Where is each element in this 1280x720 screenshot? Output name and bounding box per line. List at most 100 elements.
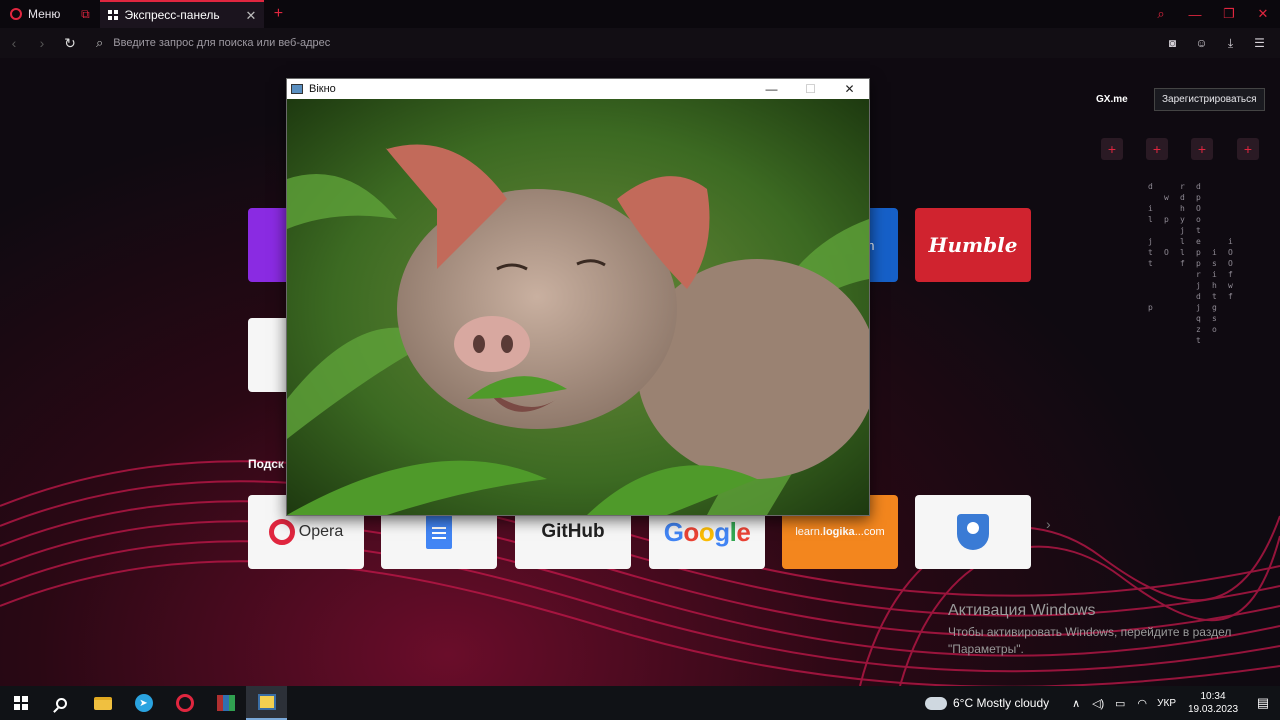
restore-button[interactable]: ❐ bbox=[1212, 0, 1246, 28]
matrix-char: w bbox=[1164, 193, 1169, 202]
matrix-char bbox=[1180, 281, 1196, 292]
close-button[interactable]: ✕ bbox=[1246, 0, 1280, 28]
matrix-char bbox=[1228, 314, 1244, 325]
matrix-char: O bbox=[1164, 248, 1169, 257]
register-button[interactable]: Зарегистрироваться bbox=[1154, 88, 1265, 111]
volume-icon[interactable]: ◁) bbox=[1087, 697, 1109, 710]
matrix-char: s bbox=[1212, 314, 1217, 323]
image-window-controls: — ☐ ✕ bbox=[752, 79, 869, 99]
forward-icon[interactable]: › bbox=[28, 35, 56, 51]
matrix-char bbox=[1164, 182, 1180, 193]
windows-activation-notice: Активация Windows Чтобы активировать Win… bbox=[948, 602, 1248, 658]
battery-icon[interactable]: ▭ bbox=[1109, 697, 1131, 710]
tray-overflow-icon[interactable]: ∧ bbox=[1065, 697, 1087, 710]
taskbar-search-button[interactable] bbox=[41, 686, 82, 720]
matrix-char bbox=[1212, 215, 1228, 226]
back-icon[interactable]: ‹ bbox=[0, 35, 28, 51]
matrix-char bbox=[1148, 193, 1164, 204]
matrix-char bbox=[1228, 336, 1244, 347]
address-tools: ◙ ☺ ⤓ ☰ bbox=[1158, 28, 1274, 58]
matrix-char bbox=[1148, 226, 1164, 237]
start-button[interactable] bbox=[0, 686, 41, 720]
minimize-button[interactable]: — bbox=[1178, 0, 1212, 28]
activation-title: Активация Windows bbox=[948, 602, 1096, 619]
speed-dial-tile-account[interactable] bbox=[915, 495, 1031, 569]
address-input[interactable] bbox=[113, 37, 814, 49]
matrix-char: d bbox=[1196, 182, 1201, 191]
matrix-char: p bbox=[1196, 193, 1201, 202]
matrix-char: t bbox=[1148, 248, 1153, 257]
notification-icon[interactable]: ▤ bbox=[1246, 695, 1280, 711]
taskbar-explorer[interactable] bbox=[82, 686, 123, 720]
matrix-char bbox=[1228, 204, 1244, 215]
python-window-icon bbox=[257, 694, 276, 710]
matrix-char: p bbox=[1164, 215, 1169, 224]
sidebar-add-button[interactable]: + bbox=[1237, 138, 1259, 160]
matrix-char bbox=[1212, 237, 1228, 248]
image-window-title: Вікно bbox=[309, 83, 336, 95]
matrix-char: i bbox=[1212, 248, 1217, 257]
next-page-arrow[interactable]: › bbox=[1046, 516, 1051, 532]
matrix-char bbox=[1164, 237, 1180, 248]
matrix-char bbox=[1180, 336, 1196, 347]
image-window[interactable]: Вікно — ☐ ✕ bbox=[286, 78, 870, 516]
matrix-char bbox=[1212, 193, 1228, 204]
sidebar-add-button[interactable]: + bbox=[1191, 138, 1213, 160]
opera-logo-icon bbox=[10, 8, 22, 20]
tab-close-icon[interactable]: ✕ bbox=[246, 8, 257, 24]
gx-control-icon[interactable]: ⧉ bbox=[70, 0, 100, 28]
matrix-char bbox=[1180, 292, 1196, 303]
taskbar-python-window[interactable] bbox=[246, 686, 287, 720]
speed-dial-tile-humble[interactable]: Humble bbox=[915, 208, 1031, 282]
camera-icon[interactable]: ◙ bbox=[1158, 28, 1187, 58]
image-window-close-button[interactable]: ✕ bbox=[830, 79, 869, 99]
matrix-char: t bbox=[1212, 292, 1217, 301]
matrix-char: O bbox=[1228, 248, 1233, 257]
tab-speed-dial[interactable]: Экспресс-панель ✕ bbox=[100, 0, 265, 28]
matrix-char: g bbox=[1212, 303, 1217, 312]
search-tabs-icon[interactable]: ⌕ bbox=[1144, 0, 1178, 28]
taskbar: ➤ 6°C Mostly cloudy ∧ ◁) ▭ ◠ УКР 10:34 1… bbox=[0, 686, 1280, 720]
settings-sliders-icon[interactable]: ☰ bbox=[1245, 28, 1274, 58]
opera-ring-icon bbox=[268, 519, 295, 545]
logika-label: learn.logika...com bbox=[795, 526, 885, 538]
taskbar-opera[interactable] bbox=[164, 686, 205, 720]
download-icon[interactable]: ⤓ bbox=[1216, 28, 1245, 58]
matrix-char bbox=[1212, 182, 1228, 193]
matrix-char: o bbox=[1212, 325, 1217, 334]
sidebar-add-button[interactable]: + bbox=[1101, 138, 1123, 160]
taskbar-winrar[interactable] bbox=[205, 686, 246, 720]
new-tab-button[interactable]: + bbox=[264, 0, 292, 28]
matrix-char: o bbox=[1196, 215, 1201, 224]
weather-text[interactable]: 6°C Mostly cloudy bbox=[953, 696, 1049, 710]
matrix-char: f bbox=[1180, 259, 1185, 268]
activation-text: Чтобы активировать Windows, перейдите в … bbox=[948, 625, 1232, 656]
wifi-icon[interactable]: ◠ bbox=[1131, 697, 1153, 710]
matrix-char: e bbox=[1196, 237, 1201, 246]
language-indicator[interactable]: УКР bbox=[1157, 698, 1176, 709]
matrix-char bbox=[1180, 303, 1196, 314]
matrix-char: r bbox=[1180, 182, 1185, 191]
matrix-char: s bbox=[1212, 259, 1217, 268]
window-app-icon bbox=[291, 84, 303, 94]
sidebar-add-button[interactable]: + bbox=[1146, 138, 1168, 160]
clock[interactable]: 10:34 19.03.2023 bbox=[1180, 690, 1246, 716]
image-window-maximize-button[interactable]: ☐ bbox=[791, 79, 830, 99]
image-window-minimize-button[interactable]: — bbox=[752, 79, 791, 99]
reload-icon[interactable]: ↻ bbox=[56, 35, 84, 52]
matrix-char: h bbox=[1180, 204, 1185, 213]
menu-button[interactable]: Меню bbox=[0, 0, 70, 28]
matrix-char: h bbox=[1212, 281, 1217, 290]
image-window-titlebar[interactable]: Вікно — ☐ ✕ bbox=[287, 79, 869, 99]
taskbar-telegram[interactable]: ➤ bbox=[123, 686, 164, 720]
matrix-char: d bbox=[1148, 182, 1153, 191]
opera-label: Opera bbox=[298, 523, 344, 540]
matrix-char bbox=[1228, 303, 1244, 314]
grid-icon bbox=[108, 10, 119, 20]
windows-logo-icon bbox=[13, 696, 28, 710]
google-docs-icon bbox=[426, 515, 452, 549]
matrix-char bbox=[1148, 270, 1164, 281]
matrix-char: O bbox=[1196, 204, 1201, 213]
telegram-icon: ➤ bbox=[134, 694, 153, 712]
profile-icon[interactable]: ☺ bbox=[1187, 28, 1216, 58]
